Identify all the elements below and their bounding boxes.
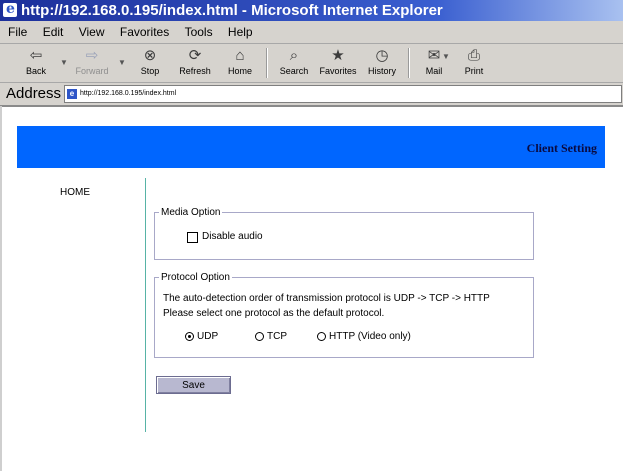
nav-home-link[interactable]: HOME	[60, 187, 90, 198]
menu-bar: File Edit View Favorites Tools Help	[0, 21, 623, 44]
refresh-button[interactable]: ⟳ Refresh	[173, 46, 217, 80]
menu-edit[interactable]: Edit	[43, 21, 64, 43]
disable-audio-checkbox[interactable]	[187, 232, 198, 243]
page-title: Client Setting	[526, 141, 597, 155]
http-radio[interactable]	[317, 332, 326, 341]
refresh-label: Refresh	[179, 66, 211, 76]
search-label: Search	[279, 66, 309, 76]
mail-dropdown-icon[interactable]: ▼	[442, 52, 450, 61]
back-dropdown-icon[interactable]: ▼	[60, 58, 68, 67]
udp-label: UDP	[197, 331, 219, 342]
udp-radio[interactable]	[185, 332, 194, 341]
menu-tools[interactable]: Tools	[185, 21, 213, 43]
stop-button[interactable]: ⊗ Stop	[128, 46, 172, 80]
stop-label: Stop	[140, 66, 160, 76]
page-icon: e	[67, 89, 77, 99]
forward-button[interactable]: ⇨ Forward	[70, 46, 114, 80]
history-icon: ◷	[375, 47, 389, 64]
ie-logo-icon	[3, 0, 17, 20]
back-arrow-icon: ⇦	[29, 47, 43, 64]
tcp-radio[interactable]	[255, 332, 264, 341]
http-label: HTTP (Video only)	[329, 331, 411, 342]
printer-icon: ⎙	[467, 47, 480, 64]
window-left-edge	[0, 106, 2, 471]
menu-help[interactable]: Help	[228, 21, 253, 43]
media-option-legend: Media Option	[159, 207, 223, 218]
history-button[interactable]: ◷ History	[360, 46, 404, 80]
window-title: http://192.168.0.195/index.html - Micros…	[21, 2, 443, 19]
stop-icon: ⊗	[143, 47, 157, 64]
favorites-button[interactable]: ★ Favorites	[316, 46, 360, 80]
history-label: History	[367, 66, 396, 76]
search-button[interactable]: ⌕ Search	[272, 46, 316, 80]
back-button[interactable]: ⇦ Back	[14, 46, 58, 80]
nav-divider	[145, 178, 146, 432]
menu-view[interactable]: View	[79, 21, 105, 43]
protocol-order-text: The auto-detection order of transmission…	[163, 293, 490, 304]
tcp-label: TCP	[267, 331, 287, 342]
favorites-label: Favorites	[319, 66, 357, 76]
toolbar-separator	[408, 48, 410, 78]
menu-file[interactable]: File	[8, 21, 27, 43]
favorites-folder-icon: ★	[331, 47, 345, 64]
address-bar: Address e http://192.168.0.195/index.html	[0, 83, 623, 107]
page-banner: Client Setting	[17, 126, 605, 168]
forward-arrow-icon: ⇨	[85, 47, 99, 64]
search-icon: ⌕	[289, 47, 299, 64]
forward-dropdown-icon[interactable]: ▼	[118, 58, 126, 67]
save-button[interactable]: Save	[156, 376, 231, 394]
home-label: Home	[227, 66, 252, 76]
disable-audio-label: Disable audio	[202, 231, 263, 242]
forward-label: Forward	[75, 66, 109, 76]
print-label: Print	[464, 66, 484, 76]
mail-label: Mail	[425, 66, 443, 76]
refresh-icon: ⟳	[188, 47, 202, 64]
back-label: Back	[25, 66, 46, 76]
toolbar: ⇦ Back ▼ ⇨ Forward ▼ ⊗ Stop ⟳ Refresh ⌂ …	[0, 44, 623, 83]
address-label: Address	[6, 85, 62, 102]
address-url: http://192.168.0.195/index.html	[80, 90, 177, 97]
print-button[interactable]: ⎙ Print	[452, 46, 496, 80]
toolbar-separator	[266, 48, 268, 78]
home-button[interactable]: ⌂ Home	[218, 46, 262, 80]
menu-favorites[interactable]: Favorites	[120, 21, 169, 43]
address-input[interactable]: e http://192.168.0.195/index.html	[64, 85, 622, 103]
home-icon: ⌂	[235, 47, 245, 64]
protocol-instruction-text: Please select one protocol as the defaul…	[163, 308, 385, 319]
window-title-bar: http://192.168.0.195/index.html - Micros…	[0, 0, 623, 21]
protocol-option-legend: Protocol Option	[159, 272, 232, 283]
